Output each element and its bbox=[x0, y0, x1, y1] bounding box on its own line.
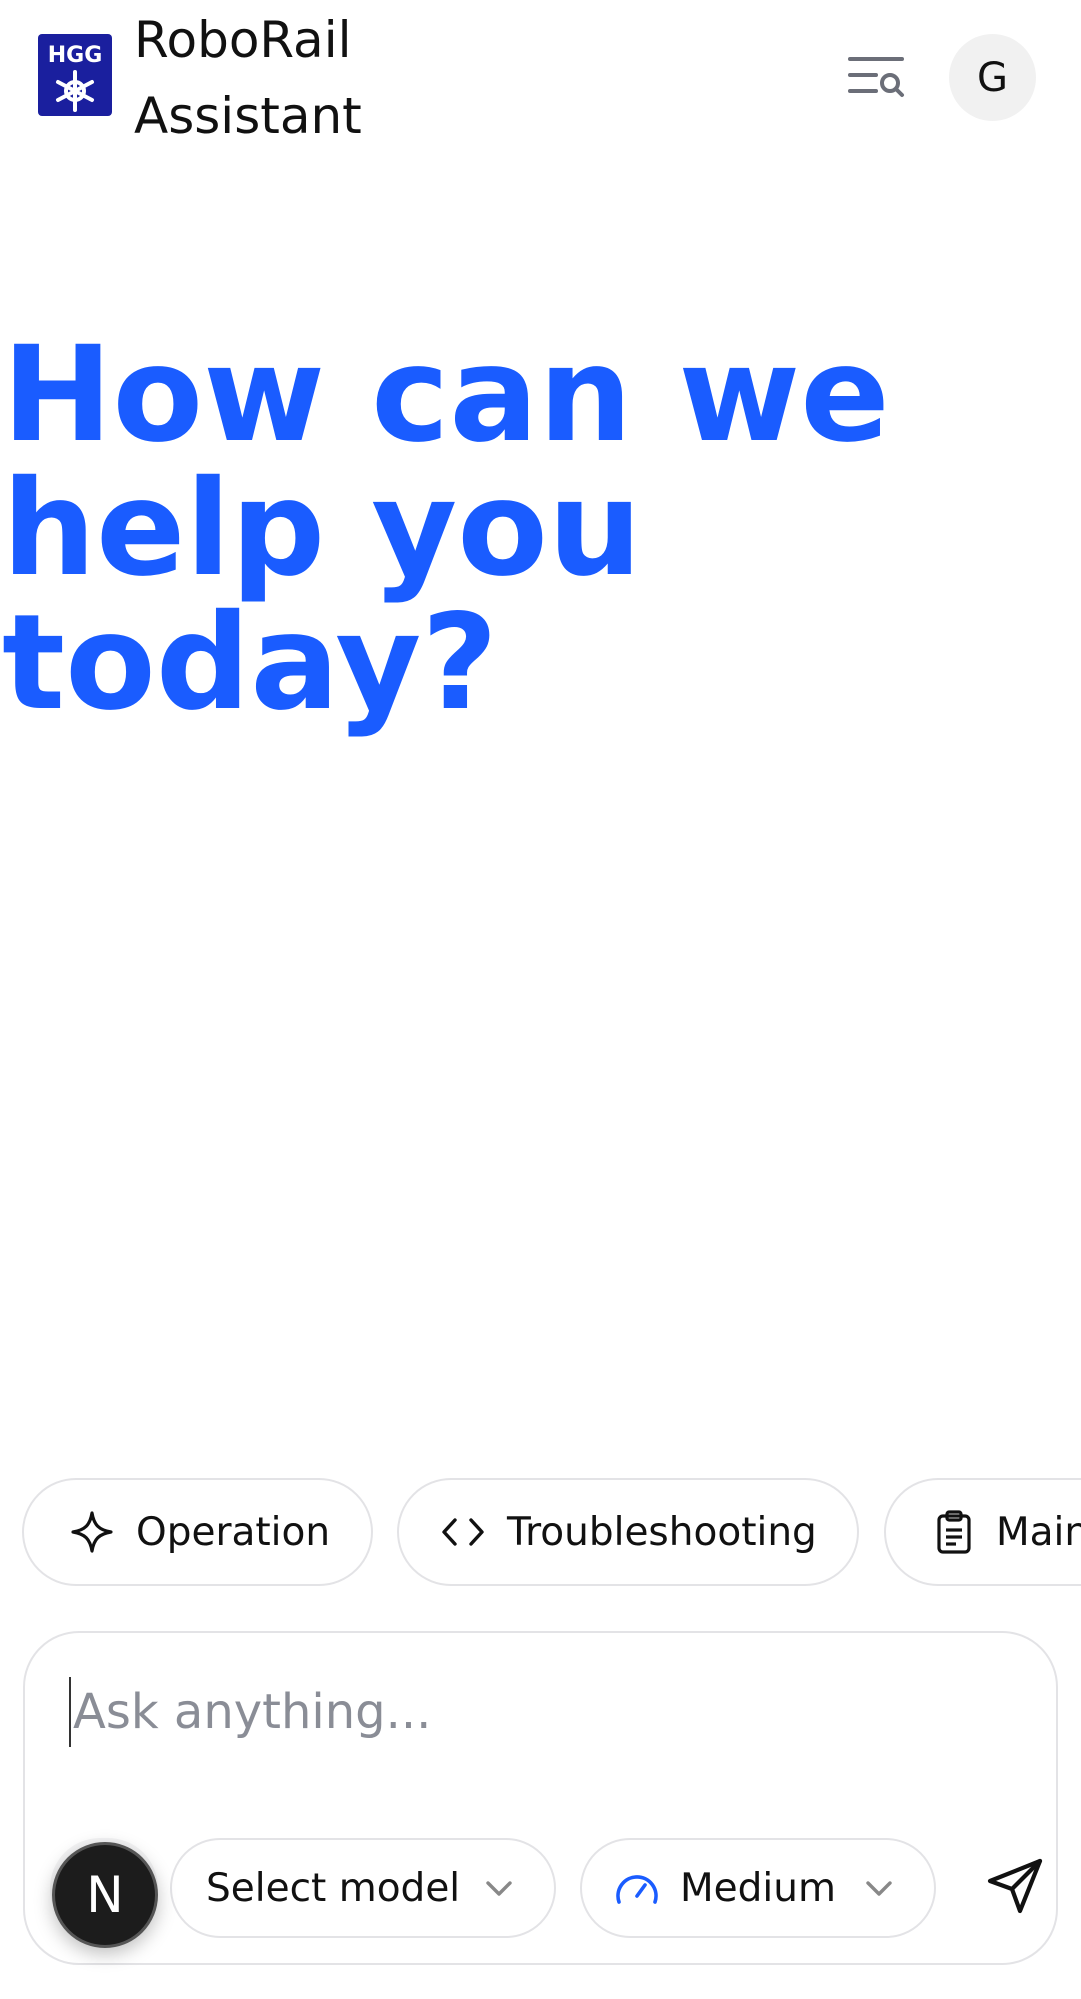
suggestion-chip-label: Maintenance bbox=[996, 1509, 1081, 1555]
clipboard-icon bbox=[934, 1510, 974, 1554]
effort-select[interactable]: Medium bbox=[580, 1838, 936, 1938]
send-button[interactable] bbox=[980, 1851, 1050, 1921]
dev-tools-badge[interactable]: N bbox=[52, 1842, 158, 1948]
app-title: RoboRail Assistant bbox=[134, 2, 362, 154]
code-icon bbox=[441, 1510, 485, 1554]
chat-composer: Select model Medium bbox=[23, 1631, 1058, 1965]
suggestion-chip-troubleshooting[interactable]: Troubleshooting bbox=[397, 1478, 859, 1586]
suggestion-chip-operation[interactable]: Operation bbox=[22, 1478, 373, 1586]
suggestion-chip-label: Troubleshooting bbox=[507, 1509, 817, 1555]
page: HGG RoboRail Assistant G How can we help bbox=[0, 0, 1081, 1999]
user-avatar[interactable]: G bbox=[949, 34, 1036, 121]
chevron-down-icon bbox=[866, 1881, 892, 1896]
app-title-line-1: RoboRail bbox=[134, 11, 352, 69]
search-history-button[interactable] bbox=[846, 48, 908, 108]
gauge-icon bbox=[614, 1868, 660, 1908]
suggestion-chip-maintenance[interactable]: Maintenance bbox=[884, 1478, 1081, 1586]
chevron-down-icon bbox=[486, 1881, 512, 1896]
hero-heading: How can we help you today? bbox=[2, 318, 890, 740]
model-select-label: Select model bbox=[206, 1865, 461, 1911]
hgg-logo: HGG bbox=[38, 34, 112, 116]
sparkle-icon bbox=[70, 1510, 114, 1554]
suggestion-chip-label: Operation bbox=[136, 1509, 331, 1555]
effort-select-label: Medium bbox=[680, 1865, 836, 1911]
search-history-icon bbox=[848, 57, 904, 97]
app-title-line-2: Assistant bbox=[134, 87, 362, 145]
logo-text: HGG bbox=[48, 43, 103, 68]
send-icon bbox=[987, 1858, 1043, 1914]
chat-input[interactable] bbox=[69, 1677, 1009, 1747]
suggestion-chips: Operation Troubleshooting Main bbox=[0, 1476, 1081, 1588]
model-select[interactable]: Select model bbox=[170, 1838, 556, 1938]
header: HGG RoboRail Assistant G bbox=[0, 0, 1081, 150]
